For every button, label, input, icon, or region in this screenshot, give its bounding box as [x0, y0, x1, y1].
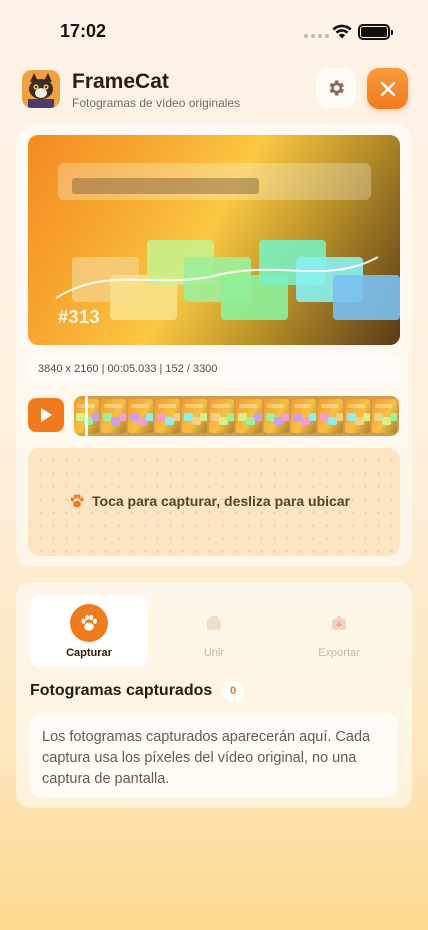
filmstrip-frame-block [173, 413, 181, 421]
filmstrip-frame [317, 399, 343, 433]
filmstrip-frame [371, 399, 397, 433]
filmstrip-frame [209, 399, 235, 433]
filmstrip-frame [236, 399, 262, 433]
video-info: 3840 x 2160 | 00:05.033 | 152 / 3300 [28, 356, 400, 382]
battery-icon [358, 24, 393, 40]
app-subtitle: Fotogramas de vídeo originales [72, 96, 241, 110]
filmstrip-frame-block [92, 413, 100, 421]
settings-button[interactable] [316, 68, 356, 108]
actions-card: Capturar Unir Exportar Fotogramas captur… [16, 582, 412, 808]
play-icon [41, 408, 52, 422]
app-title: FrameCat [72, 70, 169, 93]
filmstrip-frame [101, 399, 127, 433]
filmstrip-frame-block [281, 413, 289, 421]
export-icon [320, 604, 358, 642]
merge-icon [195, 604, 233, 642]
viewer-card: #313 3840 x 2160 | 00:05.033 | 152 / 330… [16, 124, 412, 566]
signal-icon [304, 34, 329, 38]
tab-label: Exportar [318, 647, 360, 659]
status-time: 17:02 [60, 21, 107, 41]
close-button[interactable] [367, 68, 408, 109]
timeline [28, 396, 400, 436]
app-logo-icon [22, 70, 60, 108]
filmstrip-frame-block [362, 413, 370, 421]
app-header: FrameCat Fotogramas de vídeo originales [22, 68, 408, 112]
status-bar: 17:02 [0, 0, 428, 56]
filmstrip-frame [128, 399, 154, 433]
filmstrip-frame-block [389, 413, 397, 421]
capture-area[interactable]: Toca para capturar, desliza para ubicar [28, 448, 400, 556]
captured-count-badge: 0 [222, 681, 244, 701]
capture-hint: Toca para capturar, desliza para ubicar [68, 492, 350, 510]
empty-state-message: Los fotogramas capturados aparecerán aqu… [30, 713, 398, 797]
play-button[interactable] [28, 398, 64, 432]
filmstrip-frame [155, 399, 181, 433]
filmstrip-frame-block [146, 413, 154, 421]
filmstrip-frame-block [335, 413, 343, 421]
filmstrip-scrubber[interactable] [74, 396, 399, 436]
filmstrip-frame [182, 399, 208, 433]
wifi-icon [332, 24, 352, 39]
tab-label: Capturar [66, 647, 112, 659]
filmstrip-frame-block [254, 413, 262, 421]
filmstrip-frame-block [119, 413, 127, 421]
gear-icon [329, 80, 344, 96]
close-icon [380, 81, 395, 96]
capture-hint-text: Toca para capturar, desliza para ubicar [92, 493, 351, 509]
filmstrip-frame [344, 399, 370, 433]
action-tabs: Capturar Unir Exportar [30, 595, 398, 667]
filmstrip-frame [290, 399, 316, 433]
video-preview[interactable]: #313 [28, 135, 400, 345]
filmstrip-frame [263, 399, 289, 433]
filmstrip-frame-block [227, 413, 235, 421]
tab-label: Unir [203, 647, 225, 659]
playhead[interactable] [85, 396, 88, 436]
tab-unir[interactable]: Unir [155, 595, 273, 667]
filmstrip-frame-block [200, 413, 208, 421]
captured-frames-title: Fotogramas capturados [30, 682, 213, 699]
paw-icon [70, 494, 84, 508]
filmstrip-frame-block [308, 413, 316, 421]
frame-label: #313 [58, 307, 101, 327]
tab-exportar[interactable]: Exportar [280, 595, 398, 667]
tab-capturar[interactable]: Capturar [30, 595, 148, 667]
paw-icon [70, 604, 108, 642]
